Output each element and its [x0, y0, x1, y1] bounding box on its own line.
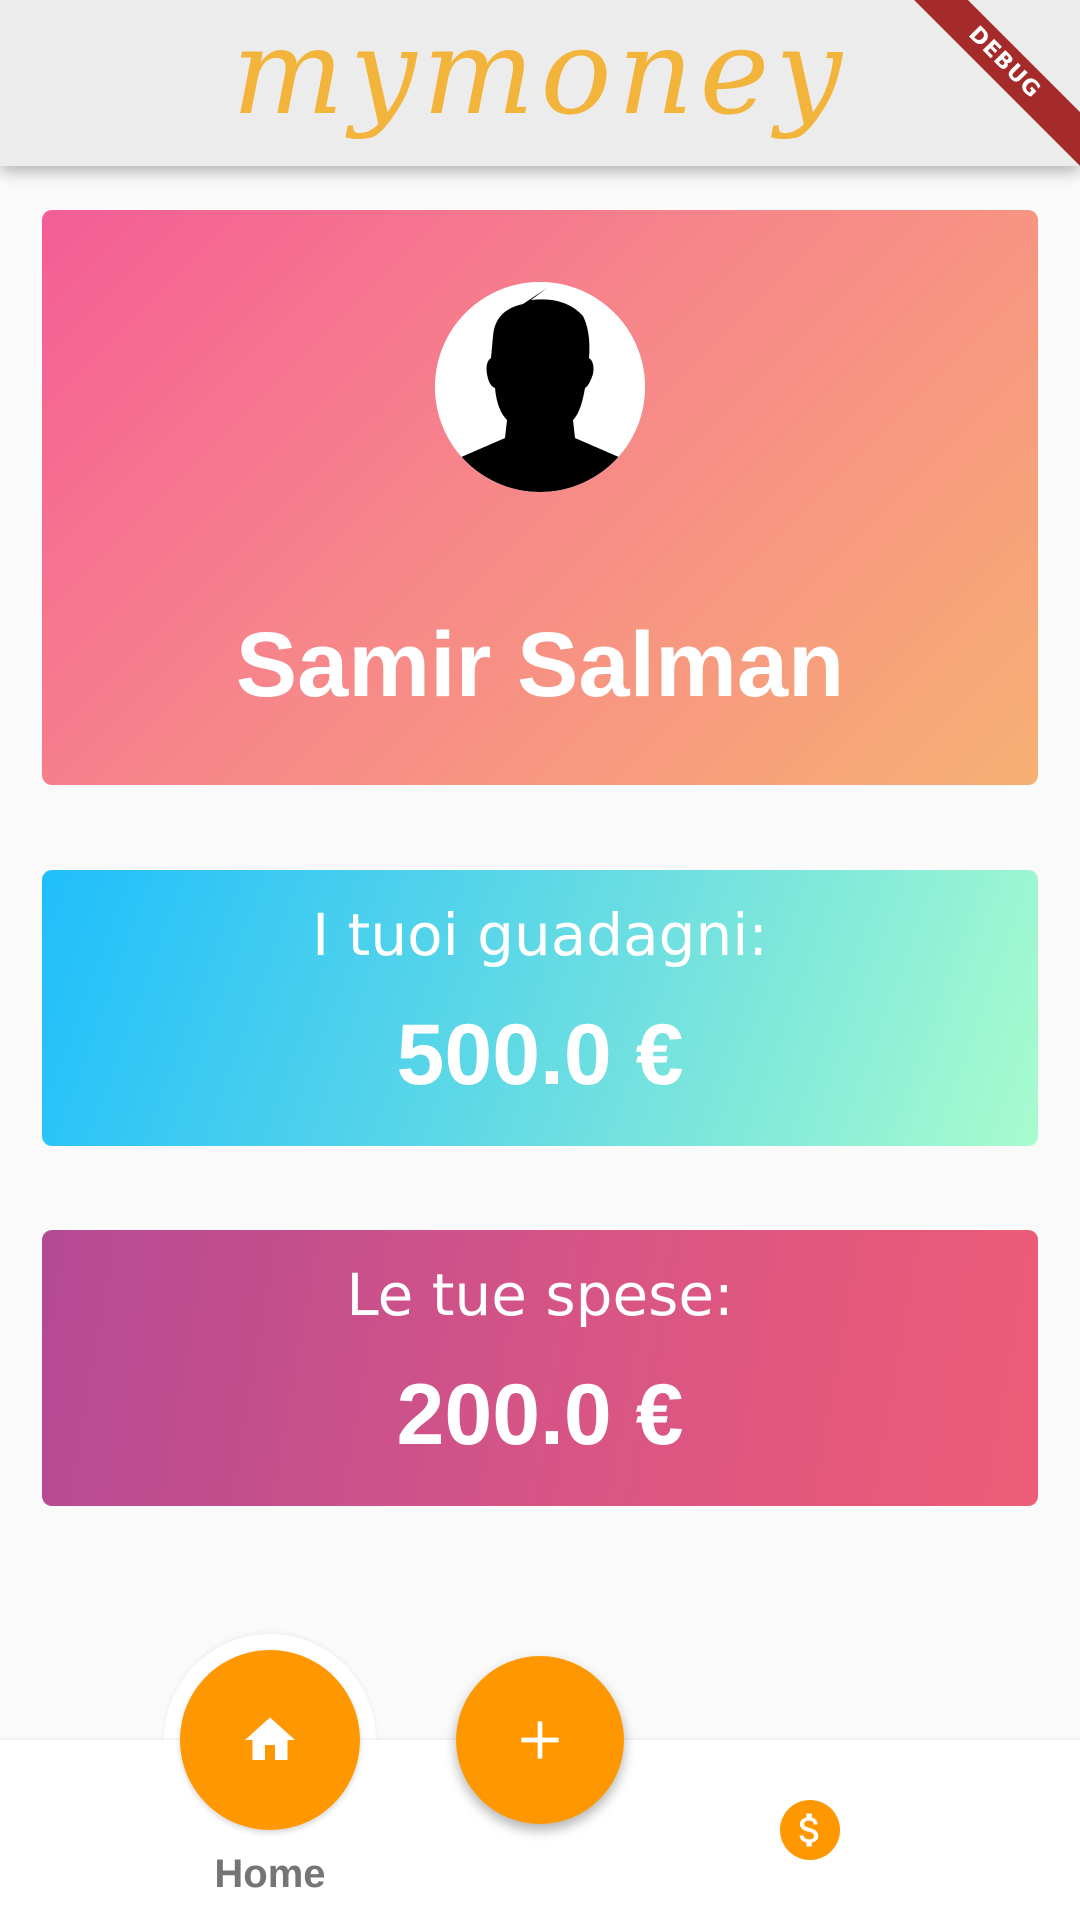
avatar[interactable] — [435, 282, 645, 492]
plus-icon — [521, 1721, 559, 1759]
app-title: mymoney — [232, 3, 848, 141]
profile-card: Samir Salman — [42, 210, 1038, 785]
home-icon — [245, 1717, 295, 1760]
add-transaction-button[interactable] — [456, 1656, 624, 1824]
person-silhouette-icon — [435, 282, 645, 492]
profile-name: Samir Salman — [235, 614, 845, 716]
expenses-value: 200.0 € — [396, 1367, 684, 1463]
expenses-label: Le tue spese: — [346, 1261, 734, 1329]
earnings-value: 500.0 € — [396, 1007, 684, 1103]
home-tab-button[interactable] — [180, 1650, 360, 1830]
earnings-label: I tuoi guadagni: — [312, 901, 768, 969]
dollar-icon — [799, 1813, 819, 1847]
expenses-card: Le tue spese: 200.0 € — [42, 1230, 1038, 1506]
money-tab-button[interactable] — [780, 1800, 840, 1860]
earnings-card: I tuoi guadagni: 500.0 € — [42, 870, 1038, 1146]
app-bar: mymoney — [0, 0, 1080, 166]
home-tab-label[interactable]: Home — [150, 1846, 390, 1902]
